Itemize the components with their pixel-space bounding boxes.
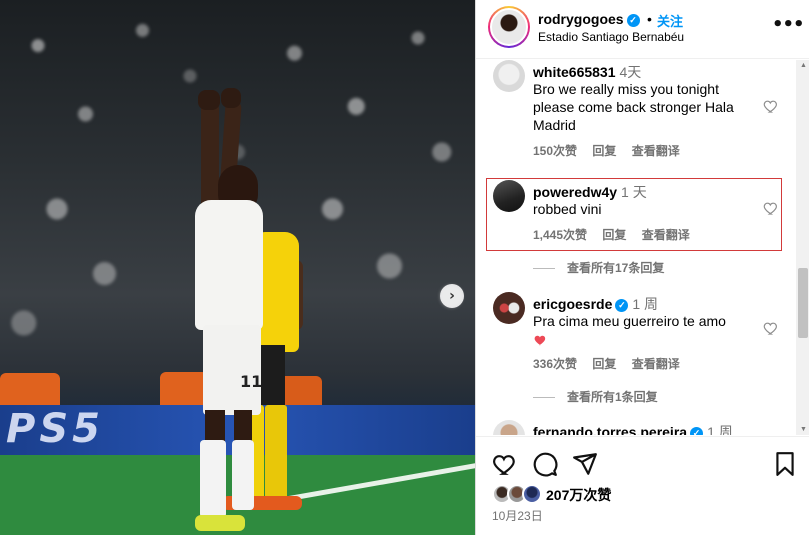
heart-outline-icon[interactable] [763,320,779,336]
comment-bubble-icon[interactable] [532,451,558,477]
share-send-icon[interactable] [572,451,598,477]
yellow-player-leg [265,405,287,500]
post-date[interactable]: 10月23日 [492,507,543,524]
post-header: rodrygogoes ✓ • 关注 Estadio Santiago Berna… [476,0,809,59]
scroll-up-arrow-icon[interactable]: ▲ [800,62,807,69]
reply-button[interactable]: 回复 [602,228,626,242]
verified-icon: ✓ [690,426,704,435]
commenter-username[interactable]: ericgoesrde ✓ 1 周 [533,294,658,314]
chevron-right-icon: › [449,288,455,304]
comment-text: robbed vini [533,201,602,217]
author-username[interactable]: rodrygogoes ✓ [538,11,640,27]
heart-outline-icon[interactable] [763,98,779,114]
comment-time: 1 周 [632,296,659,312]
translate-button[interactable]: 查看翻译 [632,144,680,158]
commenter-avatar[interactable] [493,292,525,324]
comment-likes[interactable]: 336次赞 [533,357,577,371]
view-replies-button[interactable]: 查看所有1条回复 [533,388,658,405]
commenter-avatar[interactable] [493,180,525,212]
comment-meta: 336次赞 回复 查看翻译 [533,355,692,372]
view-replies-text[interactable]: 查看所有1条回复 [567,390,658,404]
comment-meta: 1,445次赞 回复 查看翻译 [533,226,702,243]
player-fist [198,90,220,110]
scrollbar-thumb[interactable] [798,268,808,338]
orange-seat [0,373,60,407]
follow-button[interactable]: 关注 [657,11,683,30]
view-replies-text[interactable]: 查看所有17条回复 [567,261,664,275]
post-photo[interactable]: PS5 11 › [0,0,475,535]
player-shorts [203,325,261,415]
commenter-username-text[interactable]: fernando.torres.pereira [533,424,687,435]
player-shirt [195,200,263,330]
comments-scrollbar[interactable]: ▲ ▼ [796,60,809,435]
post-actions: 207万次赞 10月23日 [476,436,809,535]
player-sock [200,440,226,518]
player-sock [232,440,254,510]
reply-button[interactable]: 回复 [592,144,616,158]
commenter-avatar[interactable] [493,60,525,92]
translate-button[interactable]: 查看翻译 [642,228,690,242]
commenter-avatar[interactable] [493,420,525,435]
view-replies-button[interactable]: 查看所有17条回复 [533,259,664,276]
commenter-username-text[interactable]: poweredw4y [533,184,617,200]
comment-likes[interactable]: 150次赞 [533,144,577,158]
like-heart-icon[interactable] [492,451,518,477]
author-username-text[interactable]: rodrygogoes [538,11,624,27]
advertising-board-text: PS5 [6,406,104,452]
location-link[interactable]: Estadio Santiago Bernabéu [538,30,684,44]
author-avatar[interactable] [488,6,530,48]
comment-time: 1 周 [707,424,733,435]
separator-dot: • [647,11,652,27]
commenter-username[interactable]: white665831 4天 [533,62,641,82]
replies-line [533,397,555,399]
liker-avatar [522,484,542,504]
verified-icon: ✓ [626,13,640,27]
comment-text-content: Pra cima meu guerreiro te amo [533,313,726,329]
more-options-icon[interactable]: ••• [772,14,805,35]
next-photo-button[interactable]: › [440,284,464,308]
comment-likes[interactable]: 1,445次赞 [533,228,587,242]
orange-seat [160,372,208,406]
translate-button[interactable]: 查看翻译 [632,357,680,371]
commenter-username-text[interactable]: ericgoesrde [533,296,612,312]
reply-button[interactable]: 回复 [592,357,616,371]
heart-outline-icon[interactable] [763,200,779,216]
red-heart-icon [534,335,546,346]
verified-icon: ✓ [615,298,629,312]
player-boot [195,515,245,531]
comment-time: 4天 [619,64,642,80]
save-bookmark-icon[interactable] [772,451,798,477]
commenter-username[interactable]: fernando.torres.pereira ✓ 1 周 [533,422,733,435]
commenter-username-text[interactable]: white665831 [533,64,616,80]
replies-line [533,268,555,270]
comment-text: Bro we really miss you tonight please co… [533,81,734,133]
commenter-username[interactable]: poweredw4y 1 天 [533,182,647,202]
comment-text: Pra cima meu guerreiro te amo [533,312,763,351]
player-fist [221,88,241,108]
comment-time: 1 天 [621,184,647,200]
post-side-panel: rodrygogoes ✓ • 关注 Estadio Santiago Berna… [475,0,809,535]
comments-list: white665831 4天 Bro we really miss you ton… [476,60,796,435]
comment-meta: 150次赞 回复 查看翻译 [533,142,692,159]
scroll-down-arrow-icon[interactable]: ▼ [800,426,807,433]
likes-count[interactable]: 207万次赞 [546,485,611,505]
player-number: 11 [240,372,263,391]
